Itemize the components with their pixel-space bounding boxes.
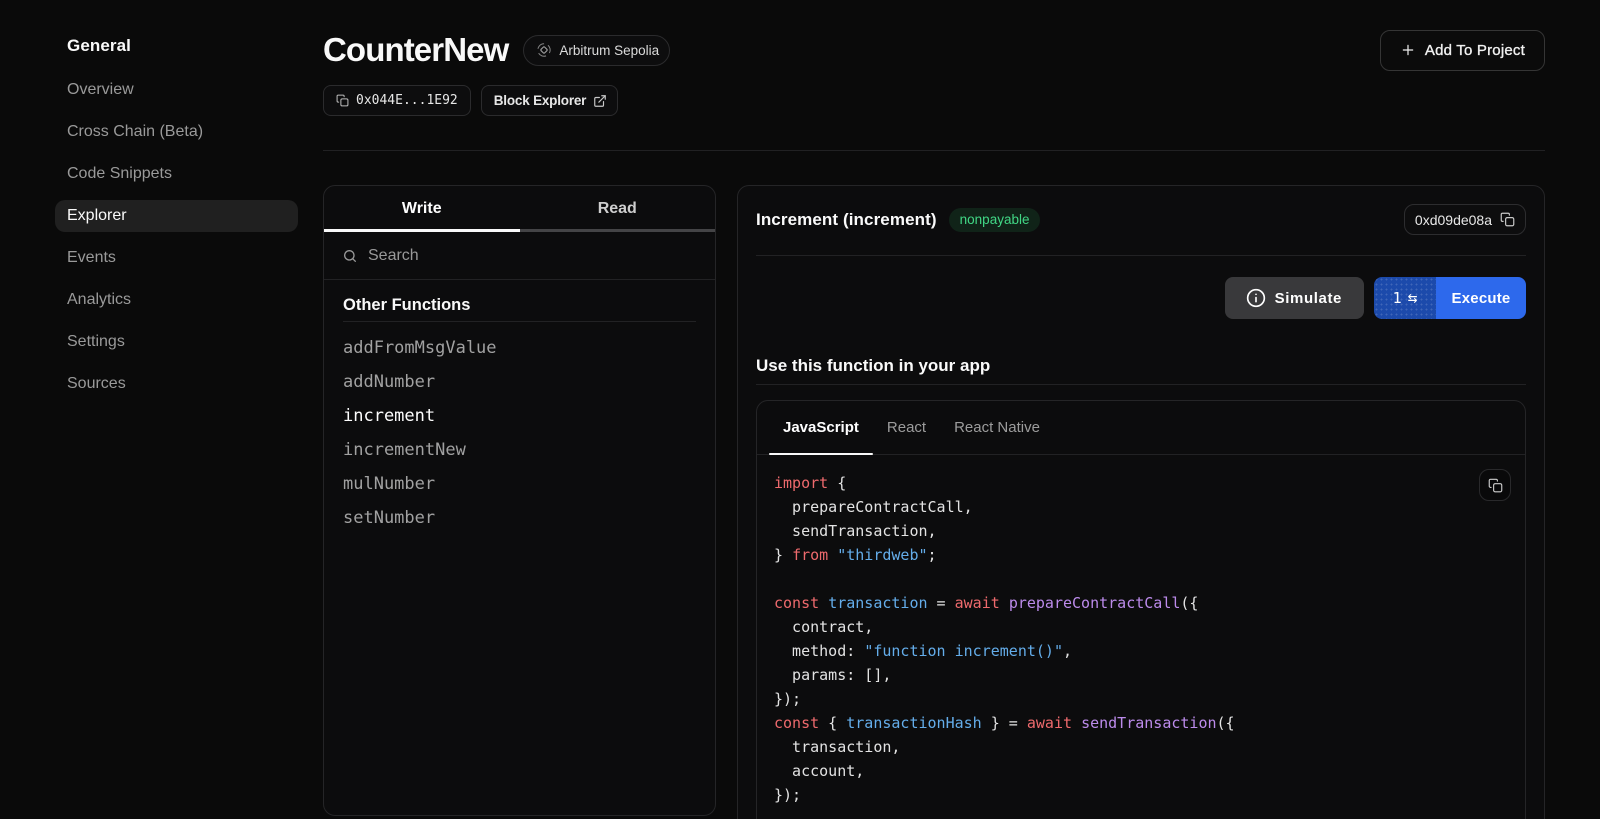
functions-panel: WriteRead Other Functions addFromMsgValu… <box>323 185 716 816</box>
code-tab-react[interactable]: React <box>873 401 940 454</box>
function-item-addfrommsgvalue[interactable]: addFromMsgValue <box>343 331 696 365</box>
execute-button-group: 1 ⇆ Execute <box>1374 277 1526 319</box>
code-panel: JavaScriptReactReact Native import { pre… <box>756 400 1526 819</box>
tab-write[interactable]: Write <box>324 186 520 232</box>
network-badge[interactable]: Arbitrum Sepolia <box>523 35 670 66</box>
page-title: CounterNew <box>323 31 508 69</box>
external-link-icon <box>593 94 607 108</box>
functions-body: Other Functions addFromMsgValueaddNumber… <box>324 280 715 550</box>
code-tab-javascript[interactable]: JavaScript <box>769 401 873 454</box>
chain-icon <box>536 42 552 58</box>
usage-heading: Use this function in your app <box>756 356 1526 376</box>
execute-button[interactable]: Execute <box>1436 277 1526 319</box>
sidebar-heading: General <box>55 32 298 60</box>
copy-icon <box>1500 212 1515 227</box>
network-badge-label: Arbitrum Sepolia <box>559 43 659 58</box>
sidebar-item-overview[interactable]: Overview <box>55 74 298 106</box>
functions-section-title: Other Functions <box>343 295 696 315</box>
sidebar-item-analytics[interactable]: Analytics <box>55 284 298 316</box>
selector-value: 0xd09de08a <box>1415 212 1492 228</box>
queue-count-button[interactable]: 1 ⇆ <box>1374 277 1436 319</box>
function-item-incrementnew[interactable]: incrementNew <box>343 433 696 467</box>
functions-list: addFromMsgValueaddNumberincrementincreme… <box>343 331 696 535</box>
sidebar-item-sources[interactable]: Sources <box>55 368 298 400</box>
add-to-project-label: Add To Project <box>1425 42 1525 59</box>
sidebar-item-events[interactable]: Events <box>55 242 298 274</box>
sidebar-item-explorer[interactable]: Explorer <box>55 200 298 232</box>
code-block: import { prepareContractCall, sendTransa… <box>774 471 1465 807</box>
function-detail-panel: Increment (increment) nonpayable 0xd09de… <box>737 185 1545 819</box>
sidebar-item-settings[interactable]: Settings <box>55 326 298 358</box>
simulate-label: Simulate <box>1275 290 1342 307</box>
plus-icon <box>1400 42 1416 58</box>
execute-label: Execute <box>1452 290 1511 307</box>
actions-row: Simulate 1 ⇆ Execute <box>756 277 1526 319</box>
functions-separator <box>343 321 696 322</box>
function-item-setnumber[interactable]: setNumber <box>343 501 696 535</box>
main-content: CounterNew Arbitrum Sepolia Add To Proje… <box>323 0 1545 819</box>
add-to-project-button[interactable]: Add To Project <box>1380 30 1545 71</box>
simulate-button[interactable]: Simulate <box>1225 277 1364 319</box>
copy-code-button[interactable] <box>1479 469 1511 501</box>
sidebar: General Overview Cross Chain (Beta) Code S… <box>55 32 298 410</box>
block-explorer-label: Block Explorer <box>494 93 587 108</box>
code-area: import { prepareContractCall, sendTransa… <box>757 455 1525 819</box>
search-row <box>324 232 715 280</box>
code-tab-react-native[interactable]: React Native <box>940 401 1054 454</box>
copy-icon <box>1488 478 1503 493</box>
code-tabs: JavaScriptReactReact Native <box>757 401 1525 455</box>
usage-separator <box>756 384 1526 385</box>
info-icon <box>1246 288 1266 308</box>
functions-tabs: WriteRead <box>324 186 715 232</box>
function-item-increment[interactable]: increment <box>343 399 696 433</box>
address-row: 0x044E...1E92 Block Explorer <box>323 85 1545 116</box>
swap-arrows-icon: ⇆ <box>1408 290 1418 306</box>
mutability-badge: nonpayable <box>949 208 1041 232</box>
search-input[interactable] <box>368 247 697 265</box>
queue-count: 1 <box>1393 289 1402 307</box>
function-item-mulnumber[interactable]: mulNumber <box>343 467 696 501</box>
block-explorer-button[interactable]: Block Explorer <box>481 85 619 116</box>
sidebar-item-cross-chain-beta[interactable]: Cross Chain (Beta) <box>55 116 298 148</box>
header-row: CounterNew Arbitrum Sepolia Add To Proje… <box>323 28 1545 72</box>
sidebar-item-code-snippets[interactable]: Code Snippets <box>55 158 298 190</box>
function-item-addnumber[interactable]: addNumber <box>343 365 696 399</box>
copy-icon <box>336 94 349 107</box>
selector-button[interactable]: 0xd09de08a <box>1404 204 1526 235</box>
tab-read[interactable]: Read <box>520 186 716 232</box>
sidebar-nav: Overview Cross Chain (Beta) Code Snippets E… <box>55 74 298 400</box>
function-title: Increment (increment) <box>756 210 937 230</box>
content-row: WriteRead Other Functions addFromMsgValu… <box>323 185 1545 819</box>
search-icon <box>342 248 358 264</box>
function-detail-header: Increment (increment) nonpayable 0xd09de… <box>756 204 1526 256</box>
header-divider <box>323 150 1545 151</box>
contract-address: 0x044E...1E92 <box>356 93 458 108</box>
contract-address-button[interactable]: 0x044E...1E92 <box>323 85 471 116</box>
